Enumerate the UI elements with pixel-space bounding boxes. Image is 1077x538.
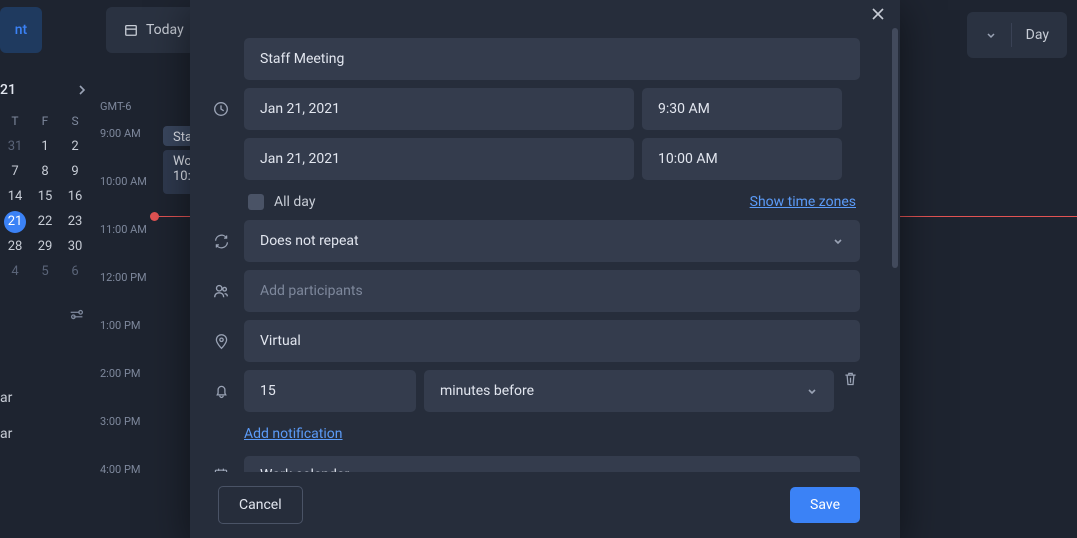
delete-notification-button[interactable]: [842, 370, 860, 412]
minical-day[interactable]: 8: [30, 159, 60, 184]
minical-day[interactable]: 9: [60, 159, 90, 184]
minical-day[interactable]: 15: [30, 184, 60, 209]
all-day-label: All day: [274, 194, 315, 210]
end-date-input[interactable]: [244, 138, 634, 180]
sidebar-item[interactable]: ar: [0, 416, 90, 452]
show-timezones-link[interactable]: Show time zones: [750, 194, 856, 210]
location-input[interactable]: [244, 320, 860, 362]
add-notification-link[interactable]: Add notification: [244, 426, 343, 442]
all-day-checkbox[interactable]: [248, 194, 264, 210]
minical-day[interactable]: 5: [30, 259, 60, 284]
minical-day[interactable]: 23: [60, 209, 90, 234]
minical-day[interactable]: 22: [30, 209, 60, 234]
event-editor-modal: All day Show time zones Does not repeat: [190, 0, 900, 538]
minical-day[interactable]: 16: [60, 184, 90, 209]
start-date-input[interactable]: [244, 88, 634, 130]
start-time-input[interactable]: [642, 88, 842, 130]
cancel-button[interactable]: Cancel: [218, 486, 303, 524]
next-month-button[interactable]: [76, 84, 88, 96]
minical-day[interactable]: 31: [0, 134, 30, 159]
event-title-input[interactable]: [244, 38, 860, 80]
location-icon: [212, 332, 230, 350]
today-button[interactable]: Today: [106, 7, 202, 53]
close-button[interactable]: [870, 6, 886, 22]
repeat-icon: [212, 232, 230, 250]
minical-day[interactable]: 6: [60, 259, 90, 284]
chevron-down-icon: [985, 29, 997, 41]
calendar-select[interactable]: Work calendar: [244, 456, 860, 472]
people-icon: [212, 282, 230, 300]
chevron-down-icon: [806, 385, 818, 397]
bell-icon: [212, 382, 230, 400]
notification-unit-value: minutes before: [440, 383, 534, 399]
dayname: F: [30, 108, 60, 134]
repeat-value: Does not repeat: [260, 233, 359, 249]
clock-icon: [212, 100, 230, 118]
minical-day[interactable]: 14: [0, 184, 30, 209]
minical-day[interactable]: 4: [0, 259, 30, 284]
new-event-button[interactable]: nt: [0, 7, 42, 53]
view-label: Day: [1026, 27, 1049, 43]
save-button[interactable]: Save: [790, 487, 860, 523]
chevron-down-icon: [832, 235, 844, 247]
current-time-dot: [150, 212, 159, 221]
notification-unit-select[interactable]: minutes before: [424, 370, 834, 412]
minical-day[interactable]: 1: [30, 134, 60, 159]
settings-icon[interactable]: [68, 306, 86, 324]
minical-day[interactable]: 2: [60, 134, 90, 159]
minical-day[interactable]: 28: [0, 234, 30, 259]
minical-day[interactable]: 21: [4, 211, 26, 233]
repeat-select[interactable]: Does not repeat: [244, 220, 860, 262]
view-dropdown[interactable]: Day: [967, 12, 1067, 58]
participants-input[interactable]: [244, 270, 860, 312]
scrollbar[interactable]: [892, 28, 898, 268]
month-year-label: 21: [0, 82, 16, 98]
notification-value-input[interactable]: [244, 370, 416, 412]
minical-day[interactable]: 30: [60, 234, 90, 259]
today-label: Today: [146, 22, 184, 38]
end-time-input[interactable]: [642, 138, 842, 180]
calendar-icon: [124, 23, 138, 37]
dayname: S: [60, 108, 90, 134]
minical-day[interactable]: 7: [0, 159, 30, 184]
dayname: T: [0, 108, 30, 134]
sidebar-item[interactable]: ar: [0, 380, 90, 416]
new-event-label: nt: [15, 22, 27, 38]
minical-day[interactable]: 29: [30, 234, 60, 259]
